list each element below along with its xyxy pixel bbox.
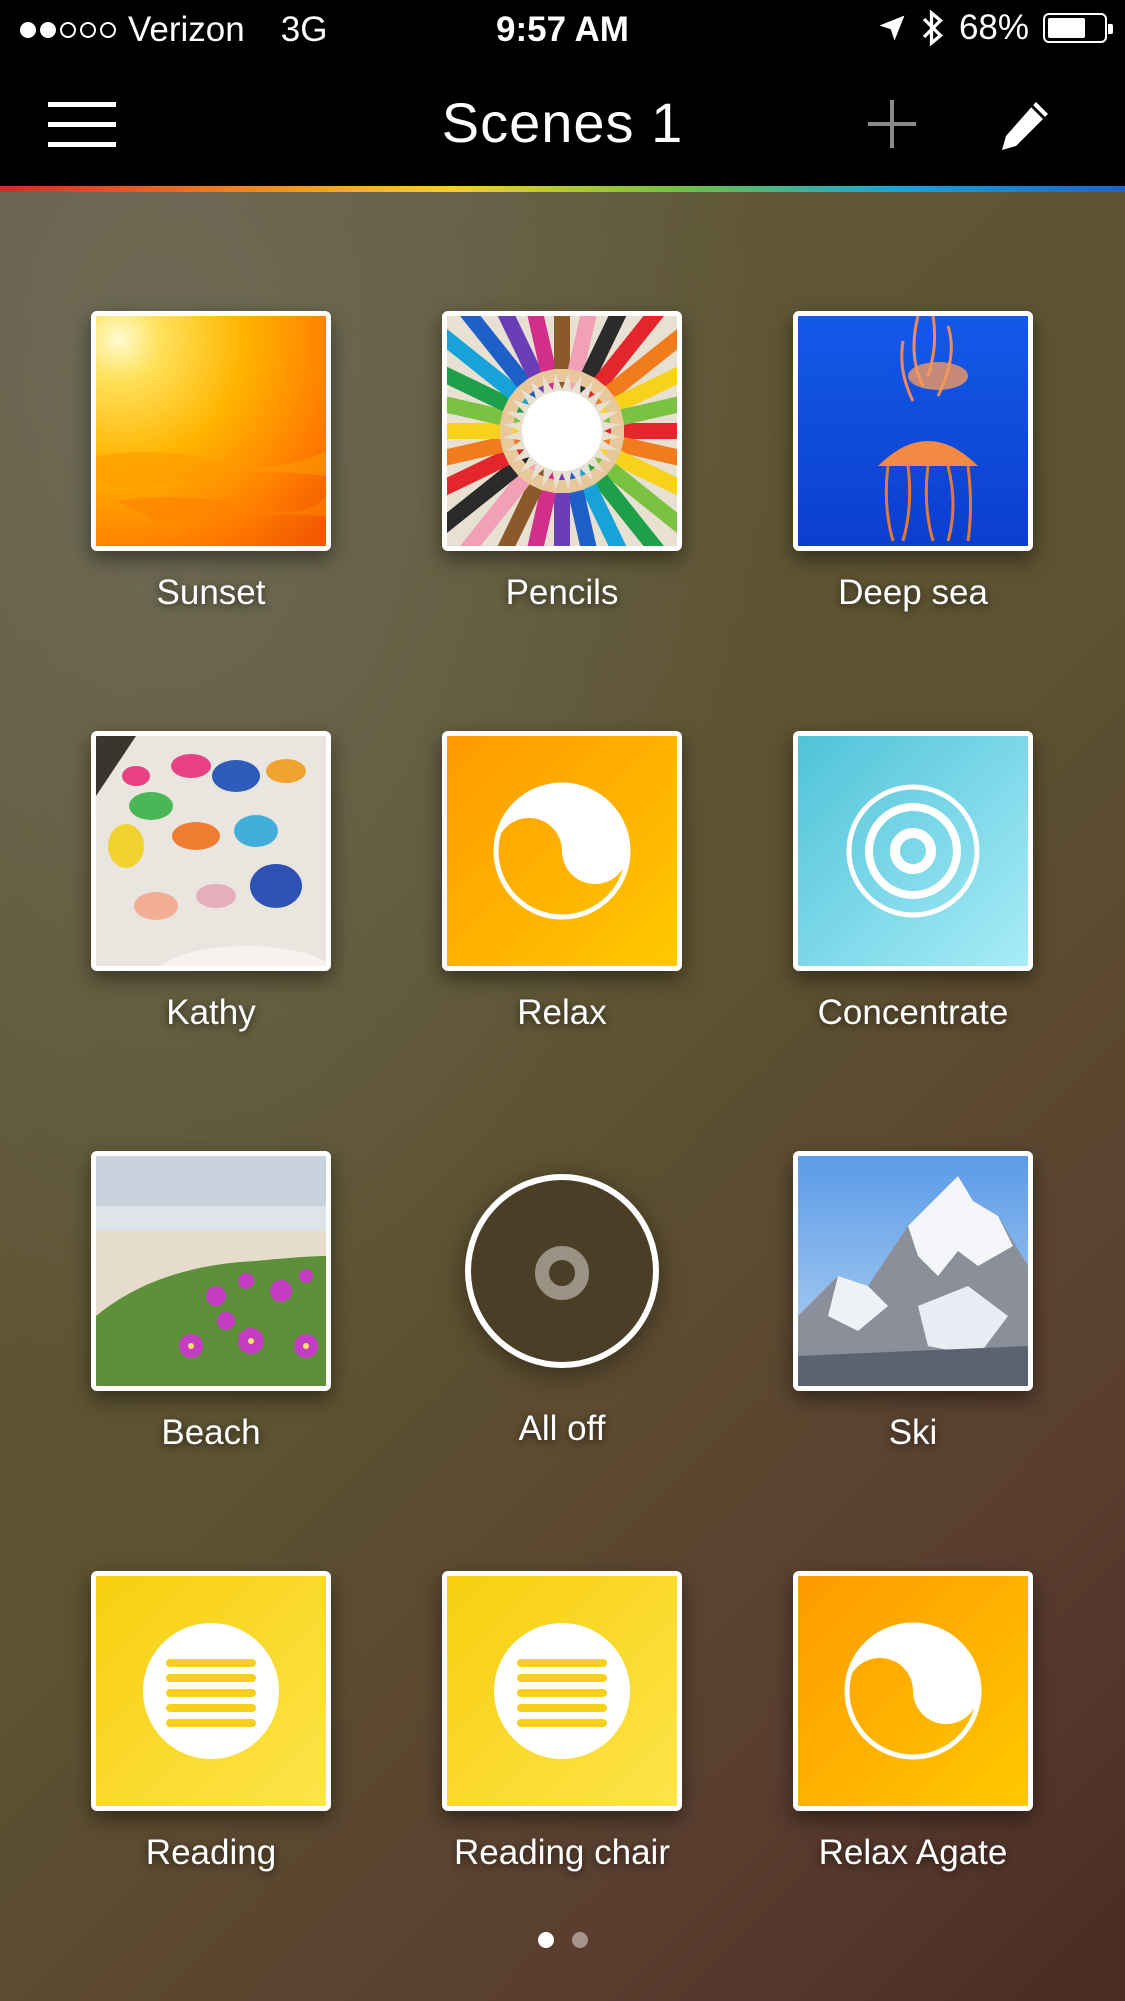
handprints-image: [91, 731, 331, 971]
mountain-image: [793, 1151, 1033, 1391]
battery-icon: [1043, 13, 1113, 43]
scene-label: All off: [518, 1409, 606, 1448]
page-dot-2[interactable]: [571, 1932, 588, 1948]
scene-label: Relax Agate: [818, 1833, 1008, 1872]
scene-tile-kathy[interactable]: Kathy: [91, 731, 331, 1033]
scene-tile-reading[interactable]: Reading: [91, 1571, 331, 1873]
nav-bar: Scenes 1: [0, 60, 1125, 188]
reading-icon: [494, 1623, 630, 1759]
scene-label: Deep sea: [838, 573, 988, 612]
scene-tile-reading-chair[interactable]: Reading chair: [442, 1571, 682, 1873]
concentrate-thumb: [793, 731, 1033, 971]
pencils-image: [442, 311, 682, 551]
reading-chair-thumb: [442, 1571, 682, 1811]
scene-label: Reading chair: [454, 1833, 670, 1872]
scene-label: Sunset: [156, 573, 266, 612]
rainbow-divider: [0, 186, 1125, 192]
scene-label: Ski: [888, 1413, 938, 1452]
sunset-image: [91, 311, 331, 551]
pencil-icon[interactable]: [996, 98, 1052, 154]
scene-tile-all-off[interactable]: All off: [442, 1151, 682, 1449]
scene-tile-relax[interactable]: Relax: [442, 731, 682, 1033]
status-bar: Verizon 3G 9:57 AM 68%: [0, 0, 1125, 60]
page-title: Scenes 1: [441, 91, 684, 154]
beach-image: [91, 1151, 331, 1391]
scene-tile-deep-sea[interactable]: Deep sea: [793, 311, 1033, 613]
scene-tile-sunset[interactable]: Sunset: [91, 311, 331, 613]
power-off-icon: [465, 1174, 659, 1368]
scene-tile-relax-agate[interactable]: Relax Agate: [793, 1571, 1033, 1873]
scene-tile-concentrate[interactable]: Concentrate: [793, 731, 1033, 1033]
scene-label: Reading: [145, 1833, 277, 1872]
relax-icon: [844, 1622, 982, 1760]
battery-percent: 68%: [958, 8, 1029, 47]
concentrate-icon: [846, 784, 980, 918]
scene-tile-ski[interactable]: Ski: [793, 1151, 1033, 1453]
scene-tile-beach[interactable]: Beach: [91, 1151, 331, 1453]
reading-thumb: [91, 1571, 331, 1811]
scene-label: Concentrate: [817, 993, 1009, 1032]
page-dot-1[interactable]: [537, 1932, 554, 1948]
plus-icon[interactable]: [866, 98, 918, 150]
bluetooth-icon: [922, 10, 943, 46]
relax-agate-thumb: [793, 1571, 1033, 1811]
scene-label: Pencils: [505, 573, 619, 612]
relax-thumb: [442, 731, 682, 971]
scene-label: Relax: [517, 993, 607, 1032]
page-indicator: [0, 1932, 1125, 1948]
scene-label: Beach: [161, 1413, 261, 1452]
relax-icon: [493, 782, 631, 920]
jellyfish-image: [793, 311, 1033, 551]
scene-tile-pencils[interactable]: Pencils: [442, 311, 682, 613]
reading-icon: [143, 1623, 279, 1759]
scene-label: Kathy: [166, 993, 256, 1032]
location-arrow-icon: [879, 15, 905, 41]
